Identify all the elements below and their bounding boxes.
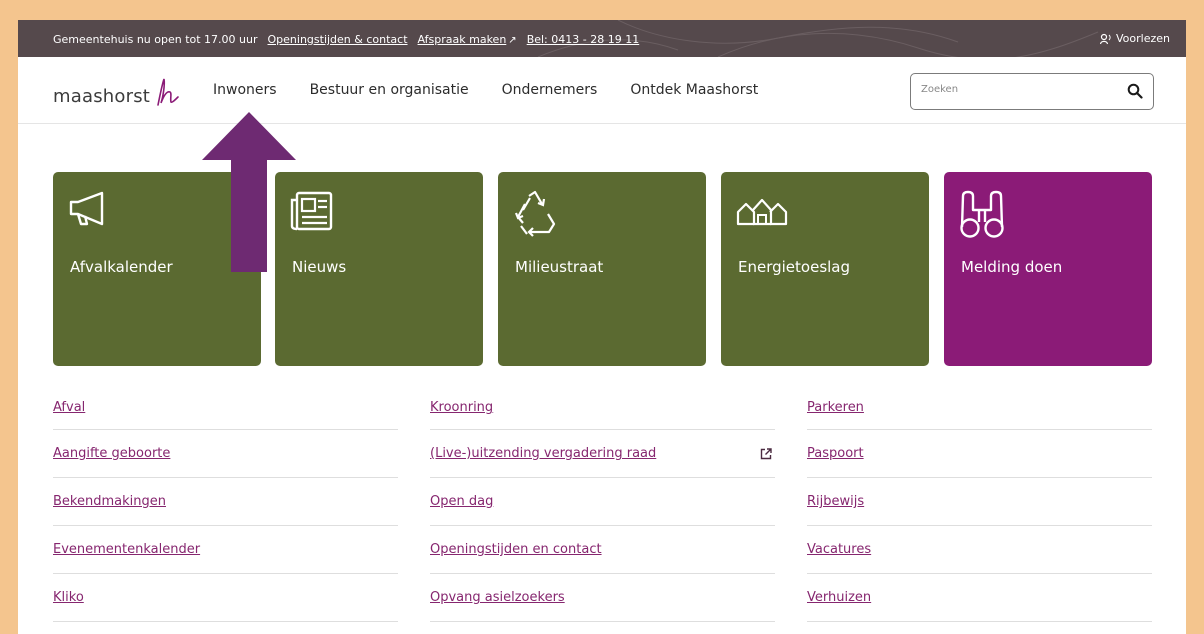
- nav-bestuur[interactable]: Bestuur en organisatie: [310, 82, 469, 98]
- list-item: Vacatures: [807, 526, 1152, 574]
- recycle-icon: [514, 190, 556, 237]
- link-opvang-asielzoekers[interactable]: Opvang asielzoekers: [430, 590, 565, 605]
- logo-text: maashorst: [53, 86, 151, 107]
- megaphone-icon: [69, 191, 104, 226]
- list-item: Parkeren: [807, 386, 1152, 430]
- link-kliko[interactable]: Kliko: [53, 590, 84, 605]
- external-link-icon: ↗: [508, 35, 517, 46]
- list-item: Opvang asielzoekers: [430, 574, 775, 622]
- site-logo[interactable]: maashorst: [53, 77, 180, 107]
- search-input[interactable]: [921, 84, 1111, 95]
- link-bekendmakingen[interactable]: Bekendmakingen: [53, 494, 166, 509]
- links-column-3: Parkeren Paspoort Rijbewijs Vacatures Ve…: [807, 386, 1152, 622]
- link-evenementenkalender[interactable]: Evenementenkalender: [53, 542, 200, 557]
- list-item: Bekendmakingen: [53, 478, 398, 526]
- top-bar: Gemeentehuis nu open tot 17.00 uur Openi…: [18, 20, 1186, 57]
- list-item: Kliko: [53, 574, 398, 622]
- link-aangifte-geboorte[interactable]: Aangifte geboorte: [53, 446, 170, 461]
- link-vacatures[interactable]: Vacatures: [807, 542, 871, 557]
- hours-contact-link[interactable]: Openingstijden & contact: [268, 33, 408, 46]
- houses-icon: [736, 198, 788, 226]
- link-rijbewijs[interactable]: Rijbewijs: [807, 494, 864, 509]
- link-kroonring[interactable]: Kroonring: [430, 400, 493, 415]
- nav-ondernemers[interactable]: Ondernemers: [502, 82, 598, 98]
- annotation-arrow-icon: [202, 112, 296, 272]
- nav-ontdek[interactable]: Ontdek Maashorst: [630, 82, 758, 98]
- logo-signature-icon: [157, 78, 179, 106]
- read-aloud-button[interactable]: Voorlezen: [1100, 32, 1170, 45]
- tile-label: Melding doen: [961, 258, 1063, 276]
- main-nav: Inwoners Bestuur en organisatie Ondernem…: [213, 82, 758, 98]
- tile-label: Nieuws: [292, 258, 347, 276]
- tile-melding-doen[interactable]: Melding doen: [944, 172, 1152, 366]
- list-item: Verhuizen: [807, 574, 1152, 622]
- list-item: Openingstijden en contact: [430, 526, 775, 574]
- tile-label: Afvalkalender: [70, 258, 173, 276]
- links-column-1: Afval Aangifte geboorte Bekendmakingen E…: [53, 386, 398, 622]
- link-open-dag[interactable]: Open dag: [430, 494, 493, 509]
- external-link-icon: [760, 447, 772, 459]
- list-item: Paspoort: [807, 430, 1152, 478]
- opening-notice: Gemeentehuis nu open tot 17.00 uur: [53, 33, 258, 46]
- tile-nieuws[interactable]: Nieuws: [275, 172, 483, 366]
- appointment-link[interactable]: Afspraak maken: [418, 33, 507, 46]
- site-header: maashorst Inwoners Bestuur en organisati…: [18, 57, 1186, 124]
- link-verhuizen[interactable]: Verhuizen: [807, 590, 871, 605]
- link-openingstijden[interactable]: Openingstijden en contact: [430, 542, 602, 557]
- list-item: Aangifte geboorte: [53, 430, 398, 478]
- link-live-uitzending[interactable]: (Live-)uitzending vergadering raad: [430, 446, 656, 461]
- link-paspoort[interactable]: Paspoort: [807, 446, 864, 461]
- list-item: Open dag: [430, 478, 775, 526]
- phone-link[interactable]: Bel: 0413 - 28 19 11: [527, 33, 640, 46]
- tile-label: Energietoeslag: [738, 258, 851, 276]
- tile-energietoeslag[interactable]: Energietoeslag: [721, 172, 929, 366]
- link-parkeren[interactable]: Parkeren: [807, 400, 864, 415]
- search-icon[interactable]: [1127, 83, 1143, 99]
- browser-viewport: Gemeentehuis nu open tot 17.00 uur Openi…: [18, 20, 1186, 634]
- list-item: (Live-)uitzending vergadering raad: [430, 430, 775, 478]
- nav-inwoners[interactable]: Inwoners: [213, 82, 277, 98]
- binoculars-icon: [960, 190, 1004, 238]
- tile-milieustraat[interactable]: Milieustraat: [498, 172, 706, 366]
- search-box: [910, 73, 1154, 110]
- tile-label: Milieustraat: [515, 258, 604, 276]
- list-item: Rijbewijs: [807, 478, 1152, 526]
- links-column-2: Kroonring (Live-)uitzending vergadering …: [430, 386, 775, 622]
- list-item: Kroonring: [430, 386, 775, 430]
- list-item: Afval: [53, 386, 398, 430]
- speaker-icon: [1100, 33, 1111, 44]
- link-afval[interactable]: Afval: [53, 400, 85, 415]
- list-item: Evenementenkalender: [53, 526, 398, 574]
- read-aloud-label: Voorlezen: [1116, 32, 1170, 45]
